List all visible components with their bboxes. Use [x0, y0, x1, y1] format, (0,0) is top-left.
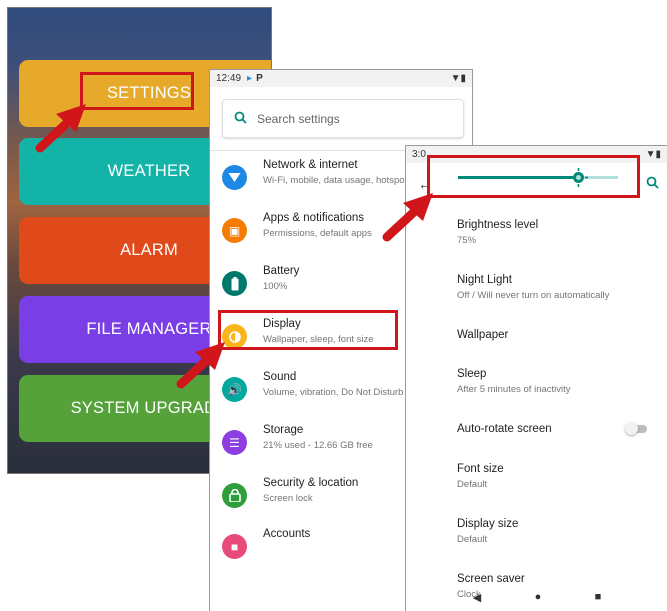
recents-icon[interactable]: ■	[595, 591, 602, 603]
storage-icon: ☰	[222, 430, 247, 455]
display-item-subtitle: Default	[457, 479, 488, 490]
display-item-sleep[interactable]: Sleep After 5 minutes of inactivity	[457, 368, 657, 395]
settings-item-subtitle: Permissions, default apps	[263, 228, 372, 239]
search-placeholder: Search settings	[257, 111, 340, 126]
settings-item-subtitle: 21% used - 12.66 GB free	[263, 440, 373, 451]
display-item-subtitle: Default	[457, 534, 488, 545]
settings-item-subtitle: Screen lock	[263, 493, 313, 504]
brightness-highlight-box	[427, 155, 640, 198]
settings-item-subtitle: Volume, vibration, Do Not Disturb	[263, 387, 404, 398]
status-bar: 12:49 ▸ P ▼▮	[210, 70, 472, 87]
navigation-bar: ◀ ● ■	[406, 583, 667, 611]
settings-item-subtitle: 100%	[263, 281, 288, 292]
lock-icon	[222, 483, 247, 508]
display-item-title: Sleep	[457, 368, 487, 380]
signal-battery-icon: ▼▮	[450, 73, 466, 84]
settings-item-title: Accounts	[263, 528, 311, 540]
settings-item-title: Apps & notifications	[263, 212, 365, 224]
display-item-display-size[interactable]: Display size Default	[457, 518, 657, 545]
home-icon[interactable]: ●	[535, 591, 542, 603]
apps-icon: ▣	[222, 218, 247, 243]
settings-item-title: Battery	[263, 265, 300, 277]
status-time: 3:0	[412, 149, 426, 160]
display-item-subtitle: 75%	[457, 235, 477, 246]
signal-battery-icon: ▼▮	[645, 149, 661, 160]
status-time: 12:49	[216, 73, 242, 84]
settings-item-title: Storage	[263, 424, 304, 436]
notification-icon: ▸	[247, 73, 253, 84]
display-item-title: Wallpaper	[457, 329, 509, 341]
search-icon[interactable]	[646, 176, 659, 194]
display-highlight-box	[218, 310, 398, 350]
display-item-title: Display size	[457, 518, 519, 530]
display-item-subtitle: Off / Will never turn on automatically	[457, 290, 610, 301]
display-item-brightness[interactable]: Brightness level 75%	[457, 219, 657, 246]
battery-icon	[222, 271, 247, 296]
display-item-wallpaper[interactable]: Wallpaper	[457, 329, 657, 341]
settings-item-subtitle: Wi-Fi, mobile, data usage, hotspot	[263, 175, 408, 186]
toggle-knob	[625, 422, 638, 435]
settings-item-title: Sound	[263, 371, 297, 383]
search-icon	[223, 111, 257, 127]
arrow-to-display-icon	[176, 342, 225, 389]
display-item-title: Night Light	[457, 274, 512, 286]
display-settings-screen: 3:0 ▼▮ ← Brightness level 75% Night Ligh…	[405, 145, 667, 611]
arrow-to-settings-icon	[35, 104, 86, 153]
wifi-icon	[222, 165, 247, 190]
back-icon[interactable]: ◀	[473, 591, 481, 604]
settings-highlight-box	[80, 72, 194, 110]
arrow-to-brightness-icon	[382, 193, 433, 242]
parking-icon: P	[256, 73, 263, 84]
display-item-subtitle: After 5 minutes of inactivity	[457, 384, 571, 395]
settings-item-title: Security & location	[263, 477, 359, 489]
settings-item-title: Network & internet	[263, 159, 358, 171]
search-bar[interactable]: Search settings	[222, 99, 464, 138]
auto-rotate-toggle[interactable]	[625, 422, 647, 435]
display-item-font-size[interactable]: Font size Default	[457, 463, 657, 490]
display-item-title: Brightness level	[457, 219, 539, 231]
account-icon: ■	[222, 534, 247, 559]
display-item-night-light[interactable]: Night Light Off / Will never turn on aut…	[457, 274, 657, 301]
display-item-title: Font size	[457, 463, 504, 475]
